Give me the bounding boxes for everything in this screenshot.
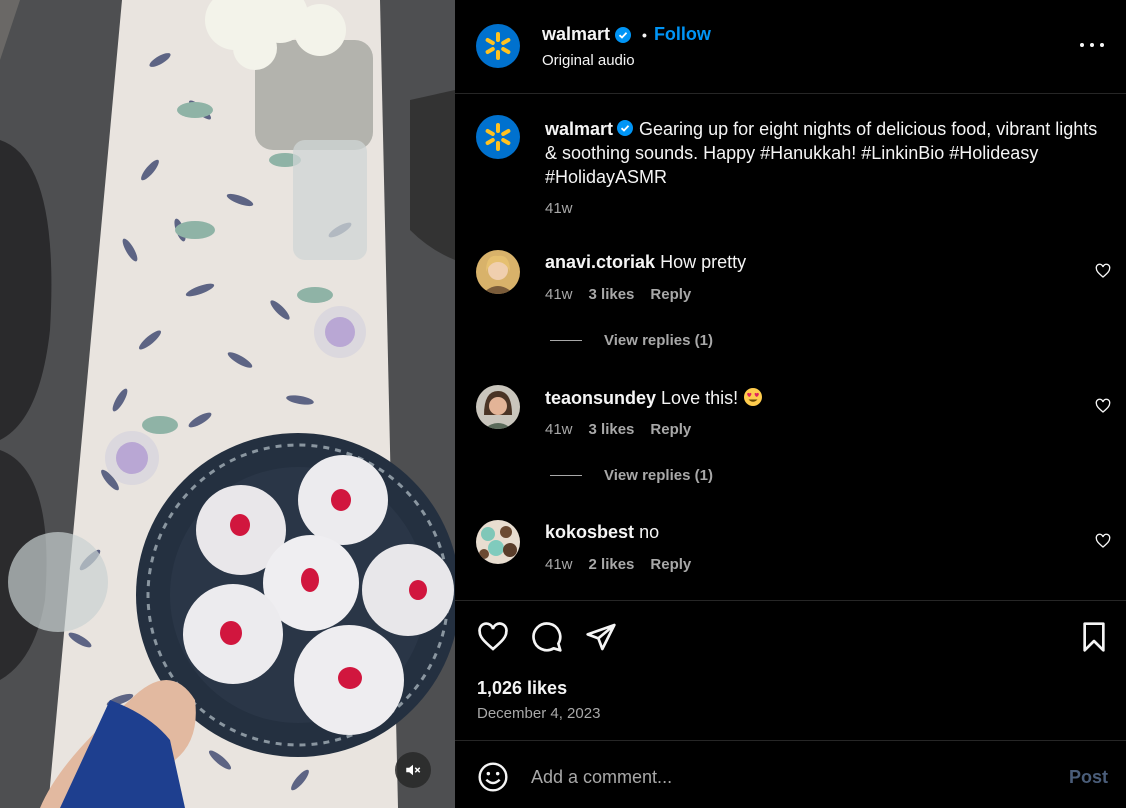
post-header: walmart • Follow Original audio [455, 0, 1126, 94]
comment-username[interactable]: anavi.ctoriak [545, 252, 655, 272]
comment-body: Love this! [661, 388, 739, 408]
avatar[interactable] [476, 520, 520, 564]
post-author: walmart • Follow [542, 24, 711, 45]
post-details-panel: walmart • Follow Original audio walmart G… [455, 0, 1126, 808]
caption-avatar[interactable] [476, 115, 520, 159]
divider-line [550, 475, 582, 476]
audio-label[interactable]: Original audio [542, 52, 635, 69]
more-options-icon[interactable] [1080, 36, 1104, 54]
video-frame-image [0, 0, 455, 808]
user-avatar-image [476, 385, 520, 429]
mute-toggle-button[interactable] [395, 752, 431, 788]
comment-username[interactable]: kokosbest [545, 522, 634, 542]
comment-meta: 41w 2 likes Reply [545, 556, 691, 573]
comment-time: 41w [545, 556, 573, 573]
caption-timestamp: 41w [545, 200, 573, 217]
post-date: December 4, 2023 [477, 705, 601, 722]
caption-username[interactable]: walmart [545, 119, 613, 139]
heart-icon[interactable] [1095, 263, 1111, 279]
view-replies-label: View replies (1) [604, 332, 713, 349]
post-video[interactable] [0, 0, 455, 808]
comment-input[interactable] [531, 763, 1051, 791]
speaker-muted-icon [406, 764, 421, 776]
user-avatar-image [476, 250, 520, 294]
comment-meta: 41w 3 likes Reply [545, 286, 691, 303]
comment-likes[interactable]: 3 likes [589, 421, 635, 438]
like-heart-icon[interactable] [477, 621, 509, 653]
comment-time: 41w [545, 421, 573, 438]
comment-likes[interactable]: 2 likes [589, 556, 635, 573]
comment-text: anavi.ctoriak How pretty [545, 252, 746, 273]
separator-dot: • [642, 26, 647, 43]
comment-username[interactable]: teaonsundey [545, 388, 656, 408]
comment-icon[interactable] [531, 621, 563, 653]
divider-line [550, 340, 582, 341]
walmart-spark-logo [485, 123, 511, 151]
author-username[interactable]: walmart [542, 24, 610, 45]
comment-body: no [639, 522, 660, 542]
avatar[interactable] [476, 250, 520, 294]
follow-button[interactable]: Follow [654, 24, 711, 45]
post-actions [455, 600, 1126, 652]
bookmark-icon[interactable] [1078, 621, 1110, 653]
comment-text: teaonsundey Love this! [545, 387, 763, 409]
verified-badge-icon [615, 26, 632, 43]
avatar[interactable] [476, 24, 520, 68]
reply-button[interactable]: Reply [650, 286, 691, 303]
post-caption: walmart Gearing up for eight nights of de… [545, 117, 1105, 189]
walmart-spark-logo [485, 32, 511, 60]
view-replies-button[interactable]: View replies (1) [550, 467, 713, 484]
view-replies-label: View replies (1) [604, 467, 713, 484]
verified-badge-icon [617, 120, 634, 136]
comment-likes[interactable]: 3 likes [589, 286, 635, 303]
user-avatar-image [476, 520, 520, 564]
likes-count[interactable]: 1,026 likes [477, 678, 567, 699]
heart-icon[interactable] [1095, 398, 1111, 414]
heart-eyes-emoji-icon [744, 388, 763, 406]
post-comment-button[interactable]: Post [1069, 767, 1108, 788]
comment-composer: Post [455, 740, 1126, 808]
comment-time: 41w [545, 286, 573, 303]
comment-meta: 41w 3 likes Reply [545, 421, 691, 438]
emoji-picker-icon[interactable] [477, 761, 509, 793]
heart-icon[interactable] [1095, 533, 1111, 549]
reply-button[interactable]: Reply [650, 556, 691, 573]
avatar[interactable] [476, 385, 520, 429]
reply-button[interactable]: Reply [650, 421, 691, 438]
comment-body: How pretty [660, 252, 747, 272]
share-icon[interactable] [585, 621, 617, 653]
view-replies-button[interactable]: View replies (1) [550, 332, 713, 349]
comment-text: kokosbest no [545, 522, 659, 543]
